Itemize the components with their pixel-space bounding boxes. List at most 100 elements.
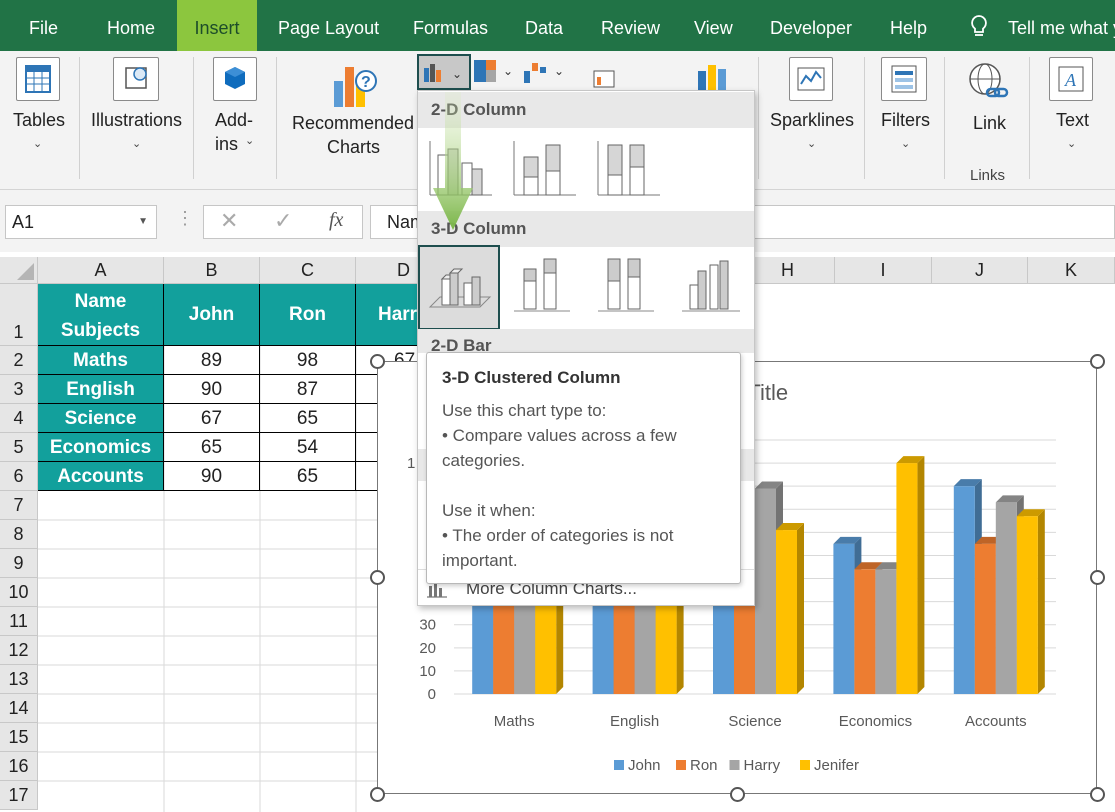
addins-label-1: Add- bbox=[215, 110, 254, 130]
waterfall-chart-icon[interactable]: ⌄ bbox=[522, 57, 566, 87]
row-header-9[interactable]: 9 bbox=[0, 549, 38, 578]
stacked-column-icon[interactable] bbox=[510, 137, 580, 199]
header-harry[interactable]: Harr bbox=[356, 284, 418, 346]
bar bbox=[1016, 516, 1038, 694]
hierarchy-chart-icon[interactable]: ⌄ bbox=[473, 57, 515, 87]
row-header-3[interactable]: 3 bbox=[0, 375, 38, 404]
cell-subject[interactable]: Economics bbox=[38, 433, 164, 462]
3d-stacked-column-icon[interactable] bbox=[510, 251, 580, 321]
cell-subject[interactable]: Accounts bbox=[38, 462, 164, 491]
resize-handle-right[interactable] bbox=[1090, 570, 1105, 585]
header-ron[interactable]: Ron bbox=[260, 284, 356, 346]
tab-file[interactable]: File bbox=[29, 0, 58, 51]
insert-column-chart-button[interactable]: ⌄ bbox=[417, 54, 471, 90]
name-box[interactable]: A1 ▼ bbox=[5, 205, 157, 239]
row-header-8[interactable]: 8 bbox=[0, 520, 38, 549]
x-tick-label: Economics bbox=[839, 713, 912, 730]
tab-review[interactable]: Review bbox=[601, 0, 660, 51]
row-header-14[interactable]: 14 bbox=[0, 694, 38, 723]
row-header-4[interactable]: 4 bbox=[0, 404, 38, 433]
row-header-13[interactable]: 13 bbox=[0, 665, 38, 694]
addins-cube-icon bbox=[225, 67, 245, 89]
tab-insert[interactable]: Insert bbox=[177, 0, 257, 51]
link-globe-icon[interactable] bbox=[965, 59, 1011, 105]
chevron-down-icon: ⌄ bbox=[1067, 138, 1077, 150]
enter-check-icon[interactable]: ✓ bbox=[274, 208, 292, 234]
row-header-1[interactable]: 1 bbox=[0, 284, 38, 346]
tell-me-search[interactable]: Tell me what y bbox=[1008, 0, 1115, 51]
row-header-5[interactable]: 5 bbox=[0, 433, 38, 462]
textbox-icon: A bbox=[1058, 66, 1084, 92]
cell-value[interactable]: 54 bbox=[260, 433, 356, 462]
column-header-k[interactable]: K bbox=[1028, 257, 1115, 284]
cell-value[interactable] bbox=[356, 375, 378, 404]
cell-value[interactable]: 65 bbox=[164, 433, 260, 462]
3d-map-icon[interactable] bbox=[694, 61, 736, 91]
dropdown-arrow-icon[interactable]: ▼ bbox=[138, 206, 148, 238]
row-header-11[interactable]: 11 bbox=[0, 607, 38, 636]
row-header-16[interactable]: 16 bbox=[0, 752, 38, 781]
tab-help[interactable]: Help bbox=[890, 0, 927, 51]
3d-clustered-column-option[interactable] bbox=[418, 245, 500, 330]
filters-button[interactable] bbox=[881, 57, 927, 101]
cell-value[interactable] bbox=[356, 404, 378, 433]
tab-view[interactable]: View bbox=[694, 0, 733, 51]
resize-handle-bottom-right[interactable] bbox=[1090, 787, 1105, 802]
sparklines-button[interactable] bbox=[789, 57, 833, 101]
cell-value[interactable]: 89 bbox=[164, 346, 260, 375]
header-john[interactable]: John bbox=[164, 284, 260, 346]
resize-handle-bottom-left[interactable] bbox=[370, 787, 385, 802]
insert-function-button[interactable]: fx bbox=[329, 209, 343, 232]
column-header-i[interactable]: I bbox=[835, 257, 932, 284]
cancel-icon[interactable]: ✕ bbox=[220, 208, 238, 234]
3d-100-stacked-column-icon[interactable] bbox=[594, 251, 664, 321]
row-header-7[interactable]: 7 bbox=[0, 491, 38, 520]
cell-value[interactable]: 65 bbox=[260, 404, 356, 433]
cell-subject[interactable]: Maths bbox=[38, 346, 164, 375]
tab-developer[interactable]: Developer bbox=[770, 0, 852, 51]
cell-value[interactable]: 65 bbox=[260, 462, 356, 491]
recommended-charts-icon[interactable]: ? bbox=[330, 59, 380, 111]
row-header-2[interactable]: 2 bbox=[0, 346, 38, 375]
100-stacked-column-icon[interactable] bbox=[594, 137, 664, 199]
resize-handle-bottom[interactable] bbox=[730, 787, 745, 802]
select-all-triangle-icon bbox=[17, 263, 34, 280]
row-header-17[interactable]: 17 bbox=[0, 781, 38, 810]
header-name-subjects[interactable]: Name Subjects bbox=[38, 284, 164, 346]
row-header-10[interactable]: 10 bbox=[0, 578, 38, 607]
resize-handle-top-right[interactable] bbox=[1090, 354, 1105, 369]
cell-value[interactable]: 87 bbox=[260, 375, 356, 404]
illustrations-button[interactable] bbox=[113, 57, 159, 101]
cell-value[interactable] bbox=[356, 462, 378, 491]
resize-handle-left[interactable] bbox=[370, 570, 385, 585]
y-tick-label: 30 bbox=[419, 617, 436, 634]
3d-column-icon[interactable] bbox=[678, 251, 748, 321]
tables-button[interactable] bbox=[16, 57, 60, 101]
divider bbox=[758, 57, 759, 179]
row-header-12[interactable]: 12 bbox=[0, 636, 38, 665]
select-all-corner[interactable] bbox=[0, 257, 38, 284]
drag-handle-icon[interactable]: ⋮ bbox=[176, 208, 194, 229]
column-header-c[interactable]: C bbox=[260, 257, 356, 284]
resize-handle-top-left[interactable] bbox=[370, 354, 385, 369]
cell-value[interactable]: 98 bbox=[260, 346, 356, 375]
tab-data[interactable]: Data bbox=[525, 0, 563, 51]
tab-home[interactable]: Home bbox=[107, 0, 155, 51]
cell-value[interactable] bbox=[356, 433, 378, 462]
row-header-6[interactable]: 6 bbox=[0, 462, 38, 491]
cell-subject[interactable]: Science bbox=[38, 404, 164, 433]
text-button[interactable]: A bbox=[1049, 57, 1093, 101]
cell-value[interactable]: 67 bbox=[164, 404, 260, 433]
cell-subject[interactable]: English bbox=[38, 375, 164, 404]
row-header-15[interactable]: 15 bbox=[0, 723, 38, 752]
cell-value[interactable]: 90 bbox=[164, 375, 260, 404]
legend-label: Ron bbox=[690, 757, 718, 774]
column-header-b[interactable]: B bbox=[164, 257, 260, 284]
pivotchart-icon[interactable] bbox=[592, 69, 616, 89]
cell-value[interactable]: 90 bbox=[164, 462, 260, 491]
column-header-j[interactable]: J bbox=[932, 257, 1028, 284]
tab-page-layout[interactable]: Page Layout bbox=[278, 0, 379, 51]
addins-button[interactable] bbox=[213, 57, 257, 101]
tab-formulas[interactable]: Formulas bbox=[413, 0, 488, 51]
column-header-a[interactable]: A bbox=[38, 257, 164, 284]
